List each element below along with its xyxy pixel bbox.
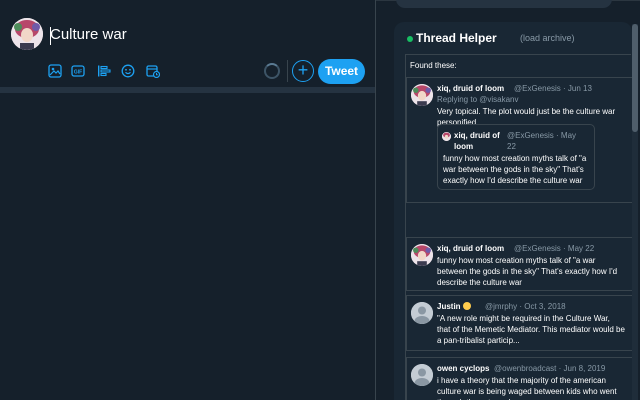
- quoted-handle: @ExGenesis · May 22: [507, 131, 577, 151]
- poll-icon[interactable]: [94, 61, 114, 81]
- schedule-icon[interactable]: [143, 61, 163, 81]
- toolbar-divider: [287, 60, 288, 82]
- found-label: Found these:: [410, 61, 457, 70]
- tweet-handle: @ExGenesis · May 22: [514, 244, 595, 253]
- thread-helper-header: Thread Helper (load archive): [394, 22, 632, 54]
- avatar: [411, 84, 433, 106]
- reply-context: Replying to @visakanv: [437, 95, 519, 104]
- sidebar: Thread Helper (load archive) Found these…: [376, 0, 640, 400]
- compose-input[interactable]: Culture war: [50, 26, 127, 43]
- svg-text:GIF: GIF: [74, 70, 82, 76]
- thread-helper-title: Thread Helper: [416, 31, 497, 45]
- tweet-text: "A new role might be required in the Cul…: [437, 314, 625, 345]
- avatar: [411, 302, 433, 324]
- list-item[interactable]: xiq, druid of loom @ExGenesis · May 22 f…: [406, 237, 632, 291]
- tweet-text: funny how most creation myths talk of "a…: [437, 256, 618, 287]
- text-caret: [50, 27, 51, 45]
- list-item[interactable]: Justin @jmrphy · Oct 3, 2018 "A new role…: [406, 295, 632, 351]
- quoted-text: funny how most creation myths talk of "a…: [443, 154, 587, 185]
- compose-separator: [0, 87, 375, 93]
- list-item[interactable]: owen cyclops @owenbroadcast · Jun 8, 201…: [406, 357, 632, 400]
- list-item[interactable]: xiq, druid of loom @ExGenesis · Jun 13 R…: [406, 77, 632, 203]
- image-icon[interactable]: [45, 61, 65, 81]
- tweet-author: xiq, druid of loom: [437, 84, 505, 93]
- add-tweet-button[interactable]: +: [292, 60, 314, 82]
- scrollbar-thumb[interactable]: [632, 24, 638, 132]
- tweet-handle: @ExGenesis · Jun 13: [514, 84, 592, 93]
- tweet-author: xiq, druid of loom: [437, 244, 505, 253]
- quoted-author: xiq, druid of loom: [454, 131, 500, 151]
- tweet-author: owen cyclops: [437, 364, 490, 373]
- avatar: [411, 244, 433, 266]
- search-bar[interactable]: [396, 0, 612, 8]
- load-archive-link[interactable]: (load archive): [520, 33, 575, 43]
- tweet-text: i have a theory that the majority of the…: [437, 376, 617, 400]
- tweet-handle: @owenbroadcast · Jun 8, 2019: [494, 364, 606, 373]
- emoji-icon[interactable]: [118, 61, 138, 81]
- emoji-icon: [462, 302, 471, 310]
- user-avatar[interactable]: [11, 18, 43, 50]
- gif-icon[interactable]: GIF: [68, 61, 88, 81]
- compose-box: Culture war GIF + Tweet: [0, 4, 375, 86]
- status-dot-icon: [407, 36, 413, 42]
- character-count-ring: [264, 63, 280, 79]
- timeline-column: Culture war GIF + Tweet: [0, 0, 376, 400]
- thread-helper-panel: Thread Helper (load archive) Found these…: [394, 22, 632, 400]
- avatar: [411, 364, 433, 386]
- avatar: [442, 132, 451, 141]
- scrollbar[interactable]: [632, 24, 638, 400]
- tweet-handle: @jmrphy · Oct 3, 2018: [485, 302, 566, 311]
- tweet-author: Justin: [437, 302, 471, 311]
- quoted-tweet[interactable]: xiq, druid of loom @ExGenesis · May 22 f…: [437, 124, 595, 190]
- results-list: Found these: xiq, druid of loom @ExGenes…: [405, 54, 632, 400]
- tweet-button[interactable]: Tweet: [318, 59, 365, 84]
